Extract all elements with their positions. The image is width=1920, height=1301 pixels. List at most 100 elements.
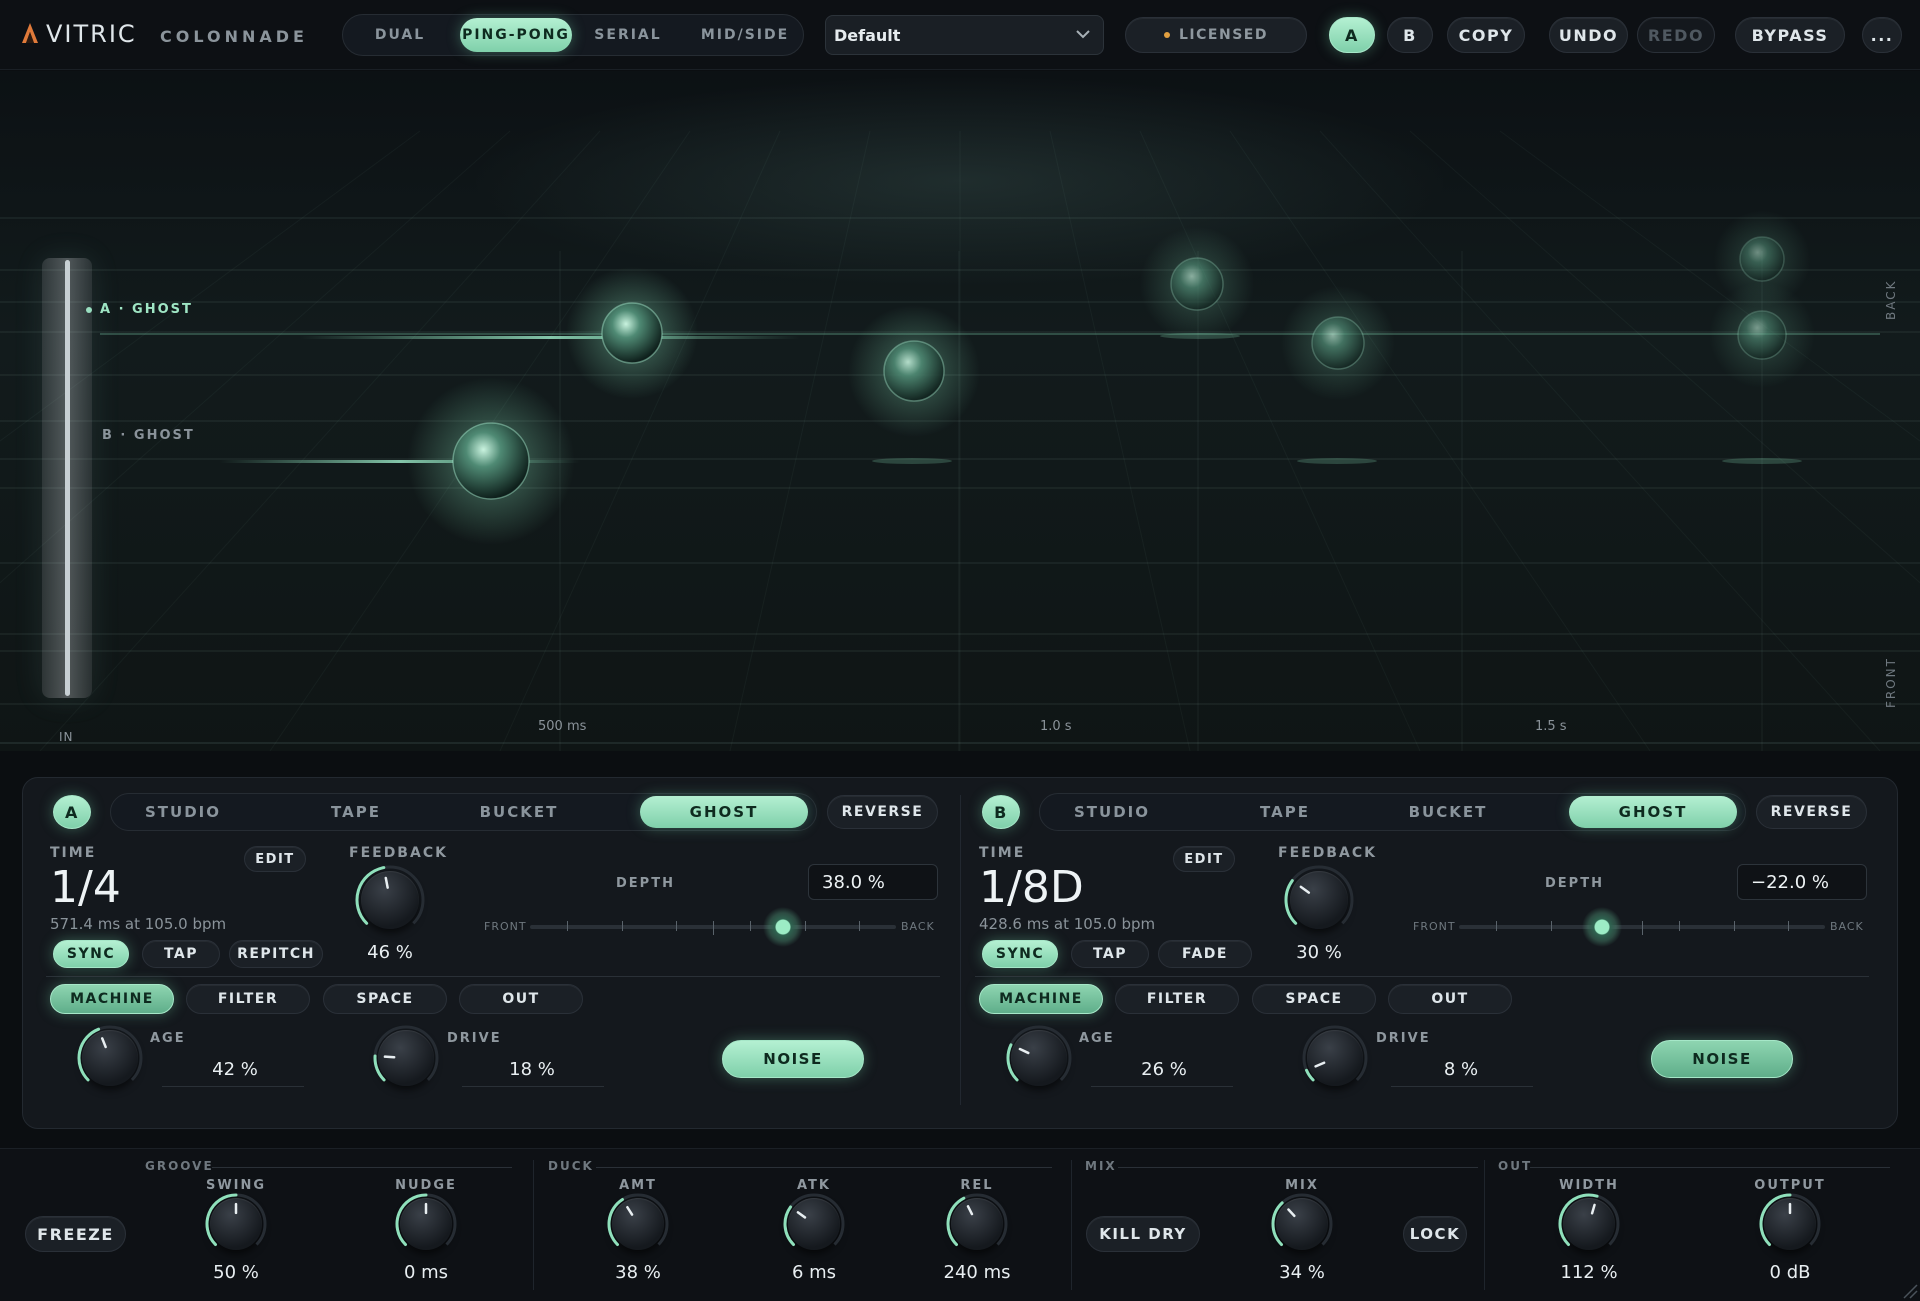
duck-rel-knob[interactable] xyxy=(946,1193,1008,1255)
line-b-noise-button[interactable]: NOISE xyxy=(1651,1040,1793,1078)
freeze-button[interactable]: FREEZE xyxy=(25,1216,126,1252)
line-a-tab-out[interactable]: OUT xyxy=(459,984,583,1014)
lock-button[interactable]: LOCK xyxy=(1403,1216,1467,1252)
depth-tick xyxy=(1642,921,1643,935)
line-a-repitch-button[interactable]: REPITCH xyxy=(229,940,323,968)
line-b-depth-handle[interactable] xyxy=(1581,907,1622,947)
redo-button[interactable]: REDO xyxy=(1637,17,1715,53)
line-a-style-studio[interactable]: STUDIO xyxy=(108,796,258,828)
out-group-title: OUT xyxy=(1498,1159,1533,1173)
grid-line-perspective xyxy=(1409,130,1920,584)
preset-selector[interactable]: Default xyxy=(825,15,1104,55)
nudge-knob[interactable] xyxy=(395,1193,457,1255)
echo-tap-orb[interactable] xyxy=(601,302,663,364)
line-a-feedback-knob-arc xyxy=(355,865,425,925)
line-a-tab-machine[interactable]: MACHINE xyxy=(50,984,174,1014)
resize-grip-icon[interactable] xyxy=(1900,1281,1918,1299)
duck-group-rule xyxy=(596,1167,1052,1168)
line-b-tab-filter[interactable]: FILTER xyxy=(1115,984,1239,1014)
mix-group-rule xyxy=(1118,1167,1478,1168)
time-label-1s: 1.0 s xyxy=(1040,719,1072,734)
plugin-window: VITRIC COLONNADE Default LICENSED A B CO… xyxy=(0,0,1920,1301)
line-a-time-label: TIME xyxy=(50,845,97,861)
line-b-style-studio[interactable]: STUDIO xyxy=(1037,796,1187,828)
line-a-style-bucket[interactable]: BUCKET xyxy=(444,796,594,828)
duck-rel-label: REL xyxy=(960,1178,994,1193)
depth-tick xyxy=(713,921,714,935)
line-a-depth-front-label: FRONT xyxy=(484,920,527,933)
line-b-badge[interactable]: B xyxy=(982,795,1020,829)
delay-stage-visualizer[interactable] xyxy=(0,71,1920,751)
input-meter xyxy=(42,258,92,698)
line-b-age-knob[interactable] xyxy=(1006,1025,1072,1091)
line-a-edit-button[interactable]: EDIT xyxy=(244,846,306,872)
line-a-noise-button[interactable]: NOISE xyxy=(722,1040,864,1078)
more-menu-button[interactable]: ... xyxy=(1862,17,1902,53)
line-b-tab-space[interactable]: SPACE xyxy=(1252,984,1376,1014)
line-b-sync-button[interactable]: SYNC xyxy=(982,940,1058,968)
front-label: FRONT xyxy=(1884,657,1898,708)
line-b-time-value[interactable]: 1/8D xyxy=(979,862,1084,913)
mode-dual[interactable]: DUAL xyxy=(347,18,453,52)
line-a-style-tape[interactable]: TAPE xyxy=(281,796,431,828)
line-a-tab-filter[interactable]: FILTER xyxy=(186,984,310,1014)
line-a-drive-knob-indicator xyxy=(383,1055,396,1059)
line-a-drive-knob[interactable] xyxy=(373,1025,439,1091)
line-a-feedback-knob-value-arc xyxy=(355,866,386,925)
line-b-fade-button[interactable]: FADE xyxy=(1158,940,1252,968)
line-b-feedback-knob-indicator xyxy=(1299,885,1311,894)
line-b-drive-knob[interactable] xyxy=(1302,1025,1368,1091)
depth-tick xyxy=(804,921,806,931)
line-b-style-ghost[interactable]: GHOST xyxy=(1569,796,1737,828)
line-a-age-value: 42 % xyxy=(212,1059,258,1080)
output-knob-value-arc xyxy=(1759,1193,1792,1247)
age-underline xyxy=(162,1086,304,1087)
echo-tap-orb[interactable] xyxy=(452,422,530,500)
license-label: LICENSED xyxy=(1179,27,1268,43)
line-b-style-bucket[interactable]: BUCKET xyxy=(1373,796,1523,828)
line-b-time-detail: 428.6 ms at 105.0 bpm xyxy=(979,915,1156,933)
duck-atk-knob[interactable] xyxy=(783,1193,845,1255)
width-knob[interactable] xyxy=(1558,1193,1620,1255)
mix-knob[interactable] xyxy=(1271,1193,1333,1255)
line-a-badge[interactable]: A xyxy=(53,795,91,829)
duck-amt-knob[interactable] xyxy=(607,1193,669,1255)
duck-rel-knob-arc xyxy=(946,1193,1008,1247)
mode-mid-side[interactable]: MID/SIDE xyxy=(689,18,801,52)
echo-tap-orb[interactable] xyxy=(1739,236,1785,282)
echo-tap-orb[interactable] xyxy=(883,340,945,402)
line-a-drive-knob-track xyxy=(373,1025,439,1081)
line-a-depth-handle[interactable] xyxy=(762,907,803,947)
bypass-button[interactable]: BYPASS xyxy=(1735,17,1845,53)
line-a-feedback-knob[interactable] xyxy=(355,865,425,935)
echo-tap-orb[interactable] xyxy=(1170,257,1224,311)
line-a-tab-space[interactable]: SPACE xyxy=(323,984,447,1014)
line-a-time-value[interactable]: 1/4 xyxy=(50,862,121,913)
line-b-style-tape[interactable]: TAPE xyxy=(1210,796,1360,828)
line-a-sync-button[interactable]: SYNC xyxy=(53,940,129,968)
line-a-tap-button[interactable]: TAP xyxy=(142,940,220,968)
line-b-tab-machine[interactable]: MACHINE xyxy=(979,984,1103,1014)
line-a-reverse-button[interactable]: REVERSE xyxy=(827,795,938,829)
width-knob-indicator xyxy=(1590,1203,1596,1215)
lane-a-text: A · GHOST xyxy=(100,302,193,317)
echo-tap-orb[interactable] xyxy=(1311,316,1365,370)
echo-tap-orb[interactable] xyxy=(1737,310,1787,360)
preset-b-button[interactable]: B xyxy=(1387,17,1433,53)
line-b-tab-out[interactable]: OUT xyxy=(1388,984,1512,1014)
line-a-style-ghost[interactable]: GHOST xyxy=(640,796,808,828)
kill-dry-button[interactable]: KILL DRY xyxy=(1086,1216,1200,1252)
copy-button[interactable]: COPY xyxy=(1447,17,1525,53)
undo-button[interactable]: UNDO xyxy=(1549,17,1628,53)
license-dot-icon xyxy=(1164,32,1171,38)
preset-a-button[interactable]: A xyxy=(1329,17,1375,53)
mode-ping-pong[interactable]: PING-PONG xyxy=(460,18,572,52)
line-a-age-knob[interactable] xyxy=(77,1025,143,1091)
line-b-edit-button[interactable]: EDIT xyxy=(1173,846,1235,872)
line-b-reverse-button[interactable]: REVERSE xyxy=(1756,795,1867,829)
mode-serial[interactable]: SERIAL xyxy=(573,18,683,52)
line-b-tap-button[interactable]: TAP xyxy=(1071,940,1149,968)
line-b-feedback-knob[interactable] xyxy=(1284,865,1354,935)
output-knob[interactable] xyxy=(1759,1193,1821,1255)
swing-knob[interactable] xyxy=(205,1193,267,1255)
